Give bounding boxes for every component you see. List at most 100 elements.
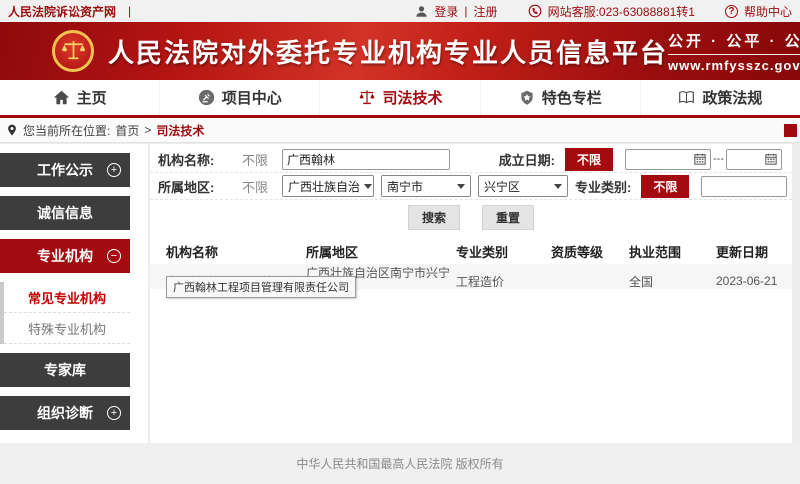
chevron-down-icon [554,184,562,189]
location-pin-icon [6,124,18,136]
featured-column-icon [519,90,535,106]
user-icon [415,5,428,18]
content-area: 工作公示 + 诚信信息 专业机构 − 常见专业机构 特殊专业机构 专家库 组织诊… [0,144,800,443]
chevron-down-icon [457,184,465,189]
col-header-name: 机构名称 [166,242,306,261]
breadcrumb-separator: > [144,123,151,137]
site-banner: 人民法院对外委托专业机构专业人员信息平台 公开 · 公平 · 公正 www.rm… [0,22,800,80]
help-center-link[interactable]: 帮助中心 [744,3,792,20]
col-header-category: 专业类别 [456,242,551,261]
login-register-divider: | [464,4,467,18]
top-utility-bar: 人民法院诉讼资产网 | 登录 | 注册 网站客服:023-63088881转1 … [0,0,800,22]
nav-item-judicial-technology[interactable]: 司法技术 [320,80,480,115]
submenu-item-special-institutions[interactable]: 特殊专业机构 [4,313,130,344]
site-name[interactable]: 人民法院诉讼资产网 [8,3,116,20]
customer-service-link[interactable]: 网站客服:023-63088881转1 [548,3,695,20]
date-range-separator: --- [713,153,724,165]
col-header-grade: 资质等级 [551,242,629,261]
province-select-value: 广西壮族自治 [288,178,360,195]
sidebar-item-integrity-info[interactable]: 诚信信息 [0,196,130,230]
filter-row-region: 所属地区: 不限 广西壮族自治 南宁市 兴宁区 专业类别: 不限 [150,173,792,200]
banner-website: www.rmfysszc.gov.cn [668,58,800,73]
policy-book-icon [678,89,695,106]
founding-date-any-button[interactable]: 不限 [565,148,613,171]
category-label: 专业类别: [575,177,631,196]
date-from-input[interactable] [625,149,711,170]
court-emblem-logo [52,30,94,72]
cell-category: 工程造价 [456,273,551,290]
cell-scope: 全国 [629,273,716,290]
sidebar-item-label: 组织诊断 [37,403,93,423]
sidebar-item-label: 专业机构 [37,246,93,266]
form-actions: 搜索 重置 [150,204,792,230]
phone-icon [528,4,542,18]
sidebar-item-work-publicity[interactable]: 工作公示 + [0,153,130,187]
breadcrumb-prefix: 您当前所在位置: [23,122,110,139]
calendar-icon[interactable] [694,153,706,165]
sidebar-item-label: 工作公示 [37,160,93,180]
expand-icon[interactable]: + [107,406,121,420]
topbar-divider: | [128,4,131,18]
login-link[interactable]: 登录 [434,3,458,20]
sidebar-item-label: 诚信信息 [37,203,93,223]
filter-row-org-name: 机构名称: 不限 成立日期: 不限 --- [150,146,792,173]
nav-item-project-center[interactable]: 项目中心 [160,80,320,115]
breadcrumb: 您当前所在位置: 首页 > 司法技术 [0,118,800,143]
home-icon [53,89,70,106]
calendar-icon[interactable] [765,153,777,165]
page-footer: 中华人民共和国最高人民法院 版权所有 [0,443,800,484]
city-select[interactable]: 南宁市 [381,175,471,197]
org-name-tooltip: 广西翰林工程项目管理有限责任公司 [166,276,356,298]
cell-updated: 2023-06-21 [716,274,792,288]
main-nav: 主页 项目中心 司法技术 特色专栏 政策法规 [0,80,800,118]
main-panel: 机构名称: 不限 成立日期: 不限 --- 所属地区: 不限 广西 [150,144,792,443]
platform-title: 人民法院对外委托专业机构专业人员信息平台 [108,33,668,70]
copyright-text: 中华人民共和国最高人民法院 版权所有 [296,455,503,472]
region-label: 所属地区: [158,177,228,196]
col-header-region: 所属地区 [306,242,456,261]
org-name-any[interactable]: 不限 [228,150,282,169]
province-select[interactable]: 广西壮族自治 [282,175,374,197]
submenu-item-common-institutions[interactable]: 常见专业机构 [4,282,130,313]
nav-label: 主页 [77,87,107,108]
breadcrumb-current: 司法技术 [156,122,204,139]
org-name-input[interactable] [282,149,450,170]
nav-item-home[interactable]: 主页 [0,80,160,115]
collapse-icon[interactable]: − [107,249,121,263]
category-input[interactable] [701,176,787,197]
register-link[interactable]: 注册 [474,3,498,20]
col-header-scope: 执业范围 [629,242,716,261]
nav-item-featured-column[interactable]: 特色专栏 [481,80,641,115]
breadcrumb-home[interactable]: 首页 [115,122,139,139]
chevron-down-icon [364,184,372,189]
org-name-label: 机构名称: [158,150,228,169]
sidebar-submenu: 常见专业机构 特殊专业机构 [0,282,130,344]
expand-icon[interactable]: + [107,163,121,177]
nav-label: 政策法规 [702,87,762,108]
scroll-indicator[interactable] [784,124,797,137]
help-icon: ? [725,5,738,18]
col-header-updated: 更新日期 [716,242,792,261]
district-select[interactable]: 兴宁区 [478,175,568,197]
project-center-icon [198,89,215,106]
table-header-row: 机构名称 所属地区 专业类别 资质等级 执业范围 更新日期 [150,238,792,264]
sidebar-item-professional-institutions[interactable]: 专业机构 − [0,239,130,273]
sidebar: 工作公示 + 诚信信息 专业机构 − 常见专业机构 特殊专业机构 专家库 组织诊… [0,153,130,439]
nav-label: 特色专栏 [542,87,602,108]
nav-item-policy[interactable]: 政策法规 [641,80,800,115]
category-any-button[interactable]: 不限 [641,175,689,198]
banner-slogan: 公开 · 公平 · 公正 [668,30,800,55]
reset-button[interactable]: 重置 [482,205,534,230]
search-button[interactable]: 搜索 [408,205,460,230]
date-to-input[interactable] [726,149,782,170]
sidebar-item-organization-diagnosis[interactable]: 组织诊断 + [0,396,130,430]
city-select-value: 南宁市 [387,178,423,195]
nav-label: 司法技术 [383,87,443,108]
region-any[interactable]: 不限 [228,177,282,196]
sidebar-item-label: 专家库 [44,360,86,380]
nav-label: 项目中心 [222,87,282,108]
district-select-value: 兴宁区 [484,178,520,195]
founding-date-label: 成立日期: [499,150,555,169]
scales-icon [358,89,376,107]
sidebar-item-expert-pool[interactable]: 专家库 [0,353,130,387]
